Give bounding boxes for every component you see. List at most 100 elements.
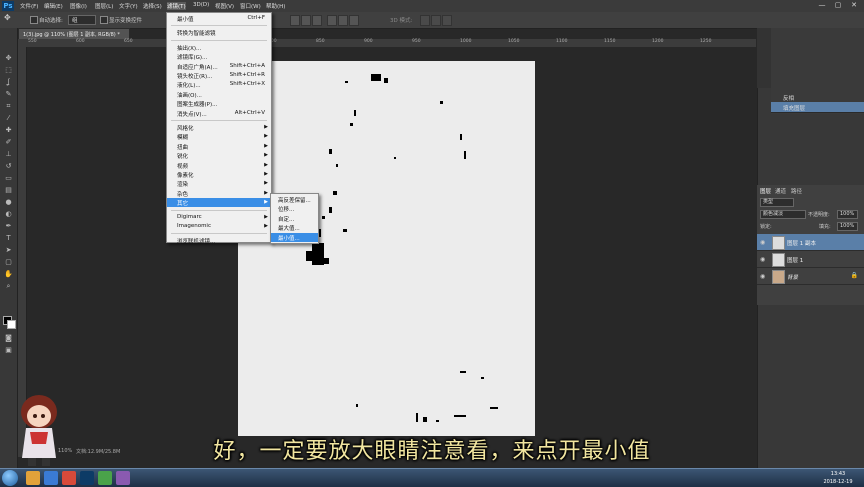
path-select-tool[interactable]: ➤ [3, 246, 14, 254]
quick-mask-icon[interactable]: ◙ [3, 334, 14, 342]
filter-menu-item[interactable]: 抽出(X)... [167, 43, 271, 52]
filter-menu-item[interactable]: 渲染 ▶ [167, 179, 271, 188]
other-submenu-item[interactable]: 位移... [271, 204, 318, 213]
pen-tool[interactable]: ✒ [3, 222, 14, 230]
filter-menu-item[interactable]: 锐化 ▶ [167, 151, 271, 160]
brush-tool[interactable]: ✐ [3, 138, 14, 146]
layer-row[interactable]: ◉ 背景 🔒 [757, 268, 864, 285]
3d-roll-icon[interactable] [431, 15, 441, 26]
menu-help[interactable]: 帮助(H) [266, 2, 285, 10]
other-submenu-item[interactable]: 高反差保留... [271, 195, 318, 204]
menu-image[interactable]: 图像(I) [70, 2, 87, 10]
gradient-tool[interactable]: ▤ [3, 186, 14, 194]
align-hcenter-icon[interactable] [338, 15, 348, 26]
photoshop-taskbar-icon[interactable] [80, 471, 94, 485]
zoom-tool[interactable]: ⌕ [3, 282, 14, 290]
filter-menu-item[interactable]: 视频 ▶ [167, 161, 271, 170]
filter-menu-item[interactable]: 像素化 ▶ [167, 170, 271, 179]
visibility-eye-icon[interactable]: ◉ [760, 239, 765, 246]
other-submenu-item[interactable]: 自定... [271, 214, 318, 223]
layer-kind-filter[interactable]: 类型 [760, 198, 794, 207]
align-vcenter-icon[interactable] [301, 15, 311, 26]
eyedropper-tool[interactable]: ⁄ [3, 114, 14, 122]
filter-menu-item[interactable]: Digimarc ▶ [167, 213, 271, 222]
auto-select-dropdown[interactable]: 组 [68, 15, 96, 25]
explorer-icon[interactable] [26, 471, 40, 485]
marquee-tool[interactable]: ⬚ [3, 66, 14, 74]
eraser-tool[interactable]: ▭ [3, 174, 14, 182]
type-tool[interactable]: T [3, 234, 14, 242]
filter-menu-item[interactable]: 风格化 ▶ [167, 123, 271, 132]
filter-menu-item[interactable]: 消失点(V)... Alt+Ctrl+V [167, 109, 271, 118]
menu-file[interactable]: 文件(F) [20, 2, 38, 10]
align-bottom-icon[interactable] [312, 15, 322, 26]
clone-stamp-tool[interactable]: ⊥ [3, 150, 14, 158]
menu-layer[interactable]: 图层(L) [95, 2, 113, 10]
align-top-icon[interactable] [290, 15, 300, 26]
filter-menu-item[interactable]: 滤镜库(G)... [167, 52, 271, 61]
align-right-icon[interactable] [349, 15, 359, 26]
tab-paths[interactable]: 路径 [791, 187, 802, 195]
auto-select-checkbox[interactable] [30, 16, 38, 24]
shape-tool[interactable]: ▢ [3, 258, 14, 266]
menu-view[interactable]: 视图(V) [215, 2, 234, 10]
filter-menu-item[interactable]: 自适应广角(A)... Shift+Ctrl+A [167, 62, 271, 71]
menu-filter[interactable]: 滤镜(T) [167, 2, 186, 10]
maximize-icon[interactable]: ▢ [832, 1, 844, 10]
visibility-eye-icon[interactable]: ◉ [760, 273, 765, 280]
menu-window[interactable]: 窗口(W) [240, 2, 261, 10]
close-icon[interactable]: ✕ [848, 1, 860, 10]
layer-row[interactable]: ◉ 图层 1 [757, 251, 864, 268]
filter-menu-item[interactable]: 图案生成器(P)... [167, 99, 271, 108]
crop-tool[interactable]: ⌗ [3, 102, 14, 110]
filter-menu-item[interactable]: 其它 ▶ [167, 198, 271, 208]
menu-edit[interactable]: 编辑(E) [44, 2, 63, 10]
dodge-tool[interactable]: ◐ [3, 210, 14, 218]
start-button[interactable] [2, 470, 18, 486]
3d-rotate-icon[interactable] [420, 15, 430, 26]
document-canvas[interactable] [238, 61, 535, 436]
filter-menu-item[interactable]: 油画(O)... [167, 90, 271, 99]
app-icon[interactable] [98, 471, 112, 485]
other-submenu-item[interactable]: 最大值... [271, 223, 318, 232]
other-submenu-item[interactable]: 最小值... [271, 232, 318, 242]
history-item-selected[interactable]: 填充图层 [771, 102, 864, 113]
hand-tool[interactable]: ✋ [3, 270, 14, 278]
quick-select-tool[interactable]: ✎ [3, 90, 14, 98]
filter-menu-item[interactable]: 液化(L)... Shift+Ctrl+X [167, 80, 271, 89]
menu-select[interactable]: 选择(S) [143, 2, 162, 10]
align-left-icon[interactable] [327, 15, 337, 26]
app-icon[interactable] [116, 471, 130, 485]
filter-menu-item[interactable]: 浏览联机滤镜... [167, 236, 271, 245]
show-transform-checkbox[interactable] [100, 16, 108, 24]
menu-type[interactable]: 文字(Y) [119, 2, 138, 10]
tab-layers[interactable]: 图层 [760, 187, 771, 195]
tab-channels[interactable]: 通道 [775, 187, 786, 195]
filter-menu-item[interactable]: 镜头校正(R)... Shift+Ctrl+R [167, 71, 271, 80]
healing-brush-tool[interactable]: ✚ [3, 126, 14, 134]
filter-menu-item[interactable]: 扭曲 ▶ [167, 142, 271, 151]
visibility-eye-icon[interactable]: ◉ [760, 256, 765, 263]
filter-menu-item[interactable]: 转换为智能滤镜 [167, 28, 271, 37]
move-tool[interactable]: ✥ [3, 54, 14, 62]
screen-mode-icon[interactable]: ▣ [3, 346, 14, 354]
opacity-input[interactable]: 100% [837, 210, 858, 219]
3d-drag-icon[interactable] [442, 15, 452, 26]
media-icon[interactable] [62, 471, 76, 485]
move-tool-icon[interactable]: ✥ [4, 13, 11, 22]
filter-menu-item[interactable]: 最小值 Ctrl+F [167, 14, 271, 23]
history-brush-tool[interactable]: ↺ [3, 162, 14, 170]
blur-tool[interactable]: ● [3, 198, 14, 206]
blend-mode-dropdown[interactable]: 颜色减淡 [760, 210, 806, 219]
fill-input[interactable]: 100% [837, 222, 858, 231]
filter-menu-item[interactable]: 杂色 ▶ [167, 189, 271, 198]
lasso-tool[interactable]: ʆ [3, 78, 14, 86]
layer-row[interactable]: ◉ 图层 1 副本 [757, 234, 864, 251]
browser-icon[interactable] [44, 471, 58, 485]
system-clock[interactable]: 13:43 2018-12-19 [818, 470, 858, 486]
minimize-icon[interactable]: — [816, 1, 828, 10]
filter-menu-item[interactable]: Imagenomic ▶ [167, 222, 271, 231]
background-color-swatch[interactable] [7, 320, 16, 329]
menu-3d[interactable]: 3D(D) [193, 2, 209, 8]
filter-menu-item[interactable]: 模糊 ▶ [167, 132, 271, 141]
